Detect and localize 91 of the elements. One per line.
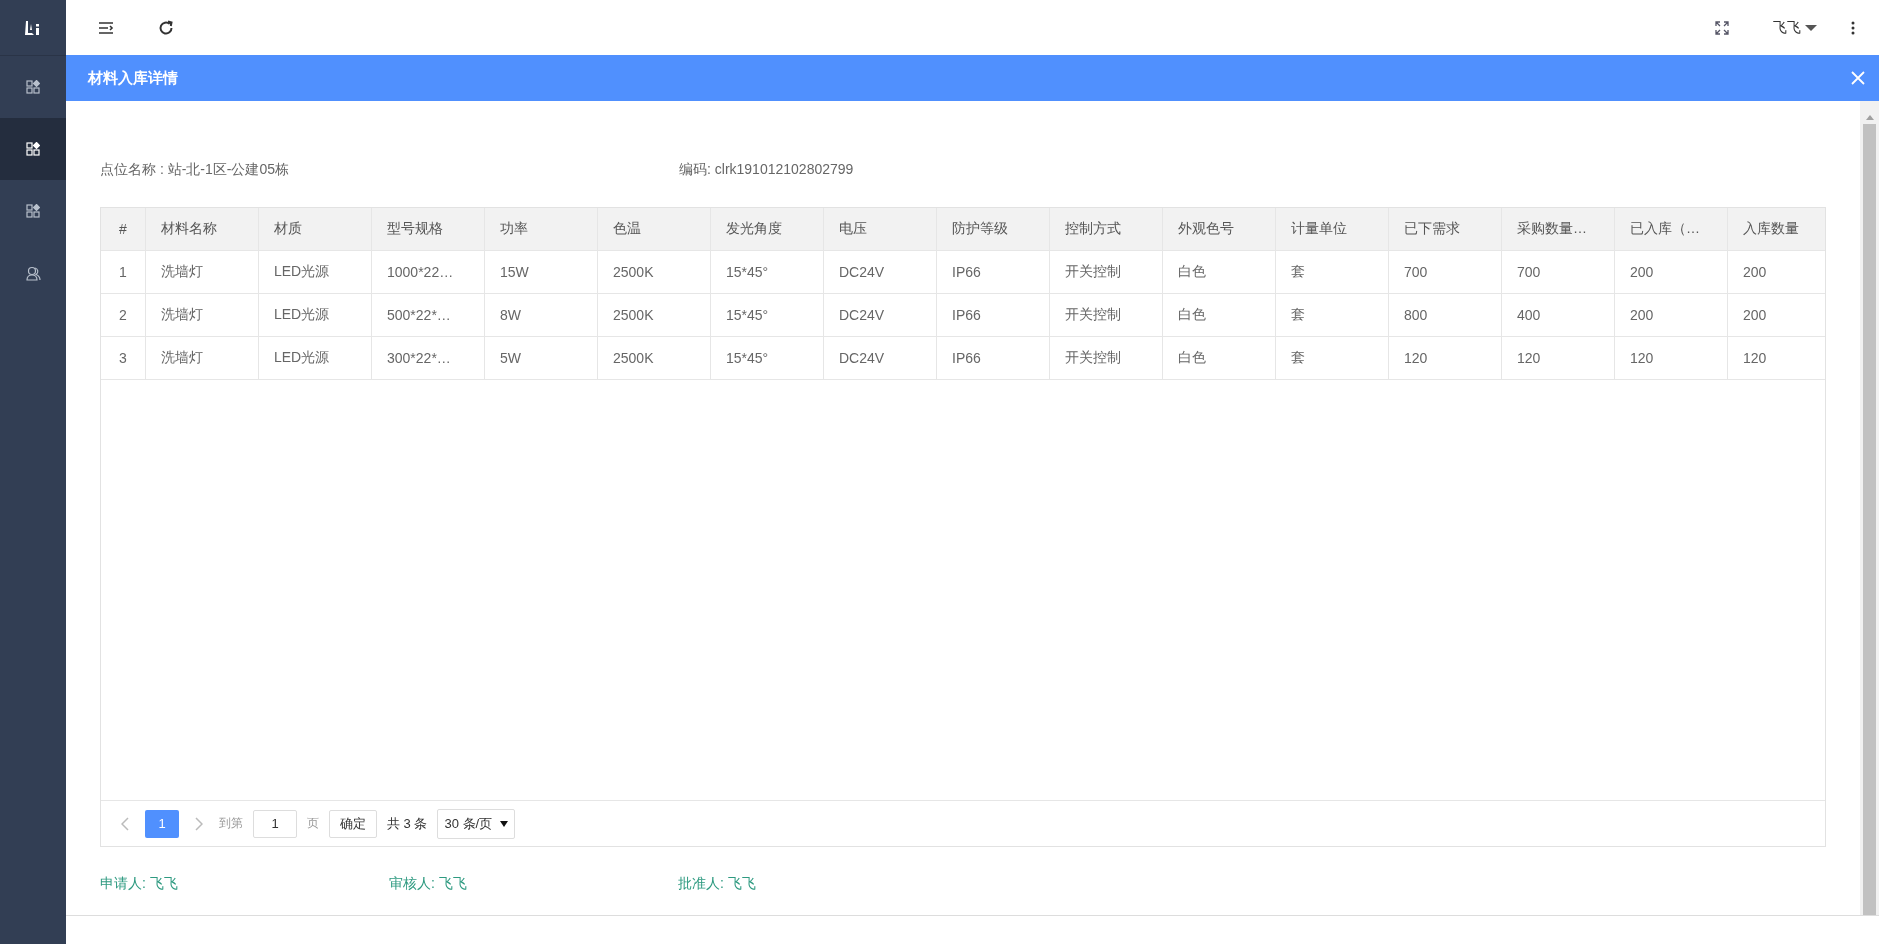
table-cell: 1000*22… bbox=[372, 251, 485, 293]
column-header: 防护等级 bbox=[937, 208, 1050, 250]
apps-icon bbox=[26, 80, 40, 94]
table-cell: 套 bbox=[1276, 337, 1389, 379]
table-cell: IP66 bbox=[937, 251, 1050, 293]
page-size-select[interactable]: 30 条/页 bbox=[437, 808, 516, 839]
panel-title: 材料入库详情 bbox=[88, 68, 179, 88]
table-cell: DC24V bbox=[824, 337, 937, 379]
table-cell: LED光源 bbox=[259, 251, 372, 293]
column-header: 型号规格 bbox=[372, 208, 485, 250]
table-cell: 3 bbox=[101, 337, 146, 379]
table-cell: 白色 bbox=[1163, 337, 1276, 379]
table-cell: 2500K bbox=[598, 251, 711, 293]
scrollbar[interactable] bbox=[1860, 101, 1879, 915]
table-cell: 700 bbox=[1389, 251, 1502, 293]
table-cell: 120 bbox=[1389, 337, 1502, 379]
signature-text: 审核人: 飞飞 bbox=[389, 875, 468, 893]
close-icon[interactable] bbox=[1851, 71, 1865, 85]
column-header: 入库数量 bbox=[1742, 219, 1800, 238]
signature-text: 批准人: 飞飞 bbox=[678, 875, 757, 893]
table-cell: 白色 bbox=[1163, 294, 1276, 336]
table-cell: 2 bbox=[101, 294, 146, 336]
table-cell: 2500K bbox=[598, 337, 711, 379]
fullscreen-icon[interactable] bbox=[1715, 20, 1729, 35]
signature-text: 申请人: 飞飞 bbox=[100, 875, 179, 893]
table-cell: LED光源 bbox=[259, 337, 372, 379]
column-header: 功率 bbox=[485, 208, 598, 250]
column-header: 控制方式 bbox=[1050, 208, 1163, 250]
table-cell: 开关控制 bbox=[1050, 337, 1163, 379]
column-header: 色温 bbox=[598, 208, 711, 250]
table-cell-text: 200 bbox=[1742, 306, 1768, 325]
table-cell: 洗墙灯 bbox=[146, 294, 259, 336]
table-cell: 8W bbox=[485, 294, 598, 336]
table-cell-text: 120 bbox=[1742, 349, 1768, 368]
refresh-icon[interactable] bbox=[158, 19, 174, 36]
caret-icon bbox=[1805, 23, 1817, 32]
table-cell: 套 bbox=[1276, 294, 1389, 336]
apps-icon bbox=[26, 142, 40, 156]
column-header: 材料名称 bbox=[146, 208, 259, 250]
user-icon bbox=[25, 265, 41, 281]
table-cell: 5W bbox=[485, 337, 598, 379]
sidebar-item[interactable] bbox=[0, 118, 66, 180]
goto-label: 到第 bbox=[219, 815, 243, 832]
table-cell-text: 200 bbox=[1742, 263, 1768, 282]
column-header: 发光角度 bbox=[711, 208, 824, 250]
table-cell: 200 bbox=[1615, 294, 1728, 336]
column-header: # bbox=[101, 208, 146, 250]
column-header: 材质 bbox=[259, 208, 372, 250]
table-cell: DC24V bbox=[824, 251, 937, 293]
location-text: 点位名称 : 站-北-1区-公建05栋 bbox=[100, 161, 290, 179]
table-cell: 套 bbox=[1276, 251, 1389, 293]
total-count: 共 3 条 bbox=[387, 814, 428, 833]
table-cell: 120 bbox=[1502, 337, 1615, 379]
scroll-up-icon[interactable] bbox=[1865, 115, 1874, 120]
page-unit-label: 页 bbox=[307, 815, 319, 832]
table-cell: LED光源 bbox=[259, 294, 372, 336]
table-cell: IP66 bbox=[937, 337, 1050, 379]
table-cell: 400 bbox=[1502, 294, 1615, 336]
more-icon[interactable] bbox=[1851, 20, 1855, 35]
table-cell: 15*45° bbox=[711, 251, 824, 293]
table-cell: 洗墙灯 bbox=[146, 337, 259, 379]
column-header: 电压 bbox=[824, 208, 937, 250]
table-cell: 120 bbox=[1615, 337, 1728, 379]
user-menu[interactable]: 飞飞 bbox=[1773, 18, 1817, 37]
table-cell: 700 bbox=[1502, 251, 1615, 293]
table-cell: IP66 bbox=[937, 294, 1050, 336]
column-header: 外观色号 bbox=[1163, 208, 1276, 250]
caret-icon bbox=[500, 820, 509, 827]
table-cell: 200 bbox=[1615, 251, 1728, 293]
code-text: 编码: clrk191012102802799 bbox=[679, 161, 854, 179]
apps-icon bbox=[26, 204, 40, 218]
column-header: 计量单位 bbox=[1276, 208, 1389, 250]
confirm-button[interactable]: 确定 bbox=[329, 809, 377, 838]
column-header: 采购数量… bbox=[1502, 208, 1615, 250]
table-cell: DC24V bbox=[824, 294, 937, 336]
table-cell: 开关控制 bbox=[1050, 294, 1163, 336]
table-cell: 500*22*… bbox=[372, 294, 485, 336]
table-cell: 2500K bbox=[598, 294, 711, 336]
table-cell: 洗墙灯 bbox=[146, 251, 259, 293]
table-cell: 15*45° bbox=[711, 337, 824, 379]
table-cell: 15*45° bbox=[711, 294, 824, 336]
table-cell: 1 bbox=[101, 251, 146, 293]
page-input[interactable]: 1 bbox=[253, 809, 297, 838]
table-cell: 300*22*… bbox=[372, 337, 485, 379]
column-header: 已入库（… bbox=[1615, 208, 1728, 250]
column-header: 已下需求 bbox=[1389, 208, 1502, 250]
menu-icon[interactable] bbox=[98, 20, 114, 35]
table-cell: 15W bbox=[485, 251, 598, 293]
table-cell: 开关控制 bbox=[1050, 251, 1163, 293]
table-cell: 800 bbox=[1389, 294, 1502, 336]
table-cell: 白色 bbox=[1163, 251, 1276, 293]
